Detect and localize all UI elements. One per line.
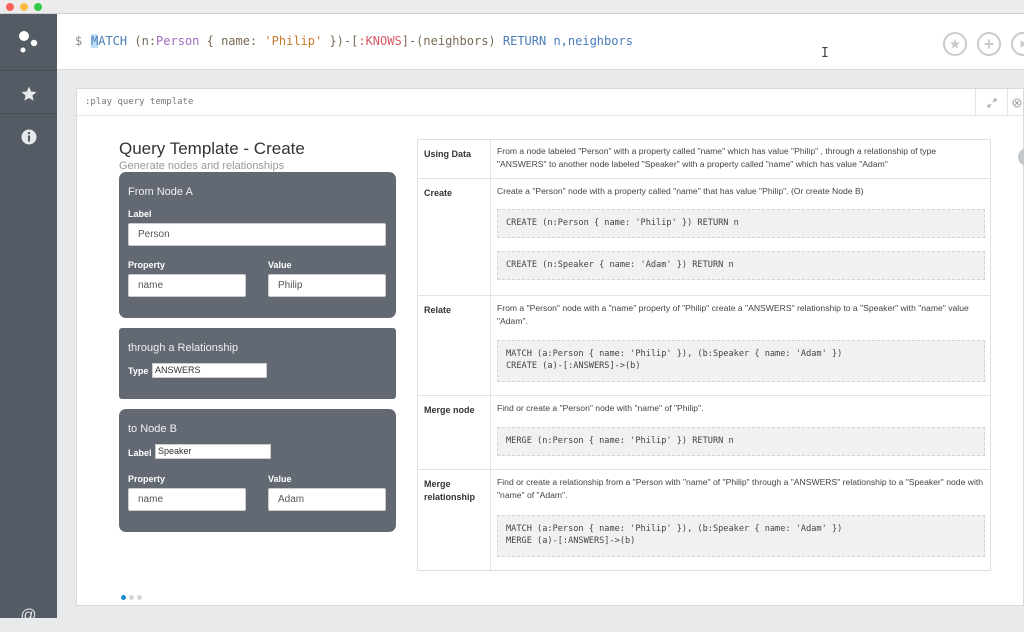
sidebar: @ — [0, 14, 57, 624]
row-header-label: Relate — [424, 305, 452, 315]
query-label-person: Person — [156, 34, 200, 48]
query-string-philip: 'Philip' — [264, 34, 323, 48]
run-query-button[interactable] — [1011, 32, 1024, 56]
row-header-label: Merge relationship — [424, 479, 476, 502]
new-query-button[interactable] — [977, 32, 1001, 56]
table-row-create: Create Create a "Person" node with a pro… — [418, 178, 990, 295]
code-block[interactable]: MATCH (a:Person { name: 'Philip' }), (b:… — [497, 515, 985, 557]
table-row-merge-node: Merge node Find or create a "Person" nod… — [418, 395, 990, 469]
at-icon[interactable]: @ — [0, 600, 57, 632]
node-a-value-input[interactable]: Philip — [268, 274, 386, 297]
node-a-property-caption: Property — [128, 260, 166, 270]
pager-dot-1[interactable] — [121, 595, 126, 600]
code-block[interactable]: CREATE (n:Person { name: 'Philip' }) RET… — [497, 209, 985, 238]
relationship-title: through a Relationship — [128, 342, 239, 354]
pager-dot-3[interactable] — [137, 595, 142, 600]
close-window-button[interactable] — [6, 3, 14, 11]
text-cursor-icon: I — [821, 46, 829, 61]
query-token: ]-(neighbors) — [401, 34, 503, 48]
frame-header: :play query template — [77, 89, 1024, 116]
favorites-button[interactable] — [0, 70, 57, 116]
editor-prompt: $ — [75, 34, 83, 48]
table-row-merge-relationship: Merge relationship Find or create a rela… — [418, 469, 990, 571]
query-token: { name: — [199, 34, 265, 48]
relationship-card: through a Relationship Type ANSWERS — [119, 328, 396, 399]
row-text: Find or create a "Person" node with "nam… — [497, 403, 704, 413]
node-b-property-caption: Property — [128, 474, 166, 484]
row-header: Using Data — [418, 140, 491, 178]
template-title: Query Template - Create — [119, 139, 305, 158]
row-header-label: Using Data — [424, 149, 472, 159]
query-token: })-[ — [322, 34, 359, 48]
query-return-values: n,neighbors — [546, 34, 633, 48]
code-block[interactable]: CREATE (n:Speaker { name: 'Adam' }) RETU… — [497, 251, 985, 280]
node-b-value-caption: Value — [268, 474, 292, 484]
frame-command[interactable]: :play query template — [85, 97, 193, 107]
minimize-window-button[interactable] — [20, 3, 28, 11]
query-keyword-return: RETURN — [502, 34, 547, 48]
node-b-label-caption: Label — [128, 448, 152, 458]
node-a-value-caption: Value — [268, 260, 292, 270]
table-row-using-data: Using Data From a node labeled "Person" … — [418, 140, 990, 178]
window-titlebar — [0, 0, 1024, 14]
row-header-label: Create — [424, 188, 453, 198]
node-b-label-input[interactable]: Speaker — [155, 444, 271, 459]
template-subtitle: Generate nodes and relationships — [119, 160, 285, 172]
info-button[interactable] — [0, 113, 57, 159]
row-header-label: Merge node — [424, 405, 475, 415]
query-match-rest: ATCH — [98, 34, 128, 48]
table-row-relate: Relate From a "Person" node with a "name… — [418, 295, 990, 395]
row-header: Merge relationship — [418, 470, 491, 571]
row-text: Find or create a relationship from a "Pe… — [497, 477, 984, 500]
relationship-type-caption: Type — [128, 366, 149, 376]
close-icon — [1012, 98, 1021, 107]
favorite-icon — [950, 39, 960, 49]
play-icon — [1020, 40, 1024, 48]
row-text: From a "Person" node with a "name" prope… — [497, 303, 969, 326]
node-b-property-input[interactable]: name — [128, 488, 246, 511]
code-block[interactable]: MERGE (n:Person { name: 'Philip' }) RETU… — [497, 427, 985, 456]
star-icon — [21, 86, 36, 101]
result-frame: :play query template Query Template - Cr… — [76, 88, 1024, 606]
relationship-type-input[interactable]: ANSWERS — [152, 363, 267, 378]
query-input[interactable]: MATCH (n:Person { name: 'Philip' })-[:KN… — [91, 34, 633, 48]
row-header: Merge node — [418, 396, 491, 469]
node-a-card: From Node A Label Person Property name V… — [119, 172, 396, 318]
node-b-title: to Node B — [128, 423, 177, 435]
expand-frame-button[interactable] — [975, 89, 1007, 116]
query-table: Using Data From a node labeled "Person" … — [417, 139, 991, 571]
query-token: (n: — [127, 34, 157, 48]
plus-icon — [984, 39, 994, 49]
info-icon — [21, 129, 36, 144]
row-text: From a node labeled "Person" with a prop… — [497, 146, 937, 169]
node-a-label-input[interactable]: Person — [128, 223, 386, 246]
row-text: Create a "Person" node with a property c… — [497, 186, 864, 196]
node-a-property-input[interactable]: name — [128, 274, 246, 297]
close-frame-button[interactable] — [1007, 89, 1024, 116]
node-a-label-caption: Label — [128, 209, 152, 219]
row-header: Relate — [418, 296, 491, 395]
expand-icon — [987, 98, 996, 107]
zoom-window-button[interactable] — [34, 3, 42, 11]
node-b-card: to Node B Label Speaker Property name Va… — [119, 409, 396, 532]
query-rel-knows: :KNOWS — [358, 34, 402, 48]
node-b-value-input[interactable]: Adam — [268, 488, 386, 511]
pager-dot-2[interactable] — [129, 595, 134, 600]
neo4j-logo-icon[interactable] — [14, 28, 42, 56]
node-a-title: From Node A — [128, 186, 193, 198]
query-editor[interactable]: $ MATCH (n:Person { name: 'Philip' })-[:… — [57, 14, 1024, 70]
favorite-query-button[interactable] — [943, 32, 967, 56]
row-header: Create — [418, 179, 491, 295]
code-block[interactable]: MATCH (a:Person { name: 'Philip' }), (b:… — [497, 340, 985, 382]
